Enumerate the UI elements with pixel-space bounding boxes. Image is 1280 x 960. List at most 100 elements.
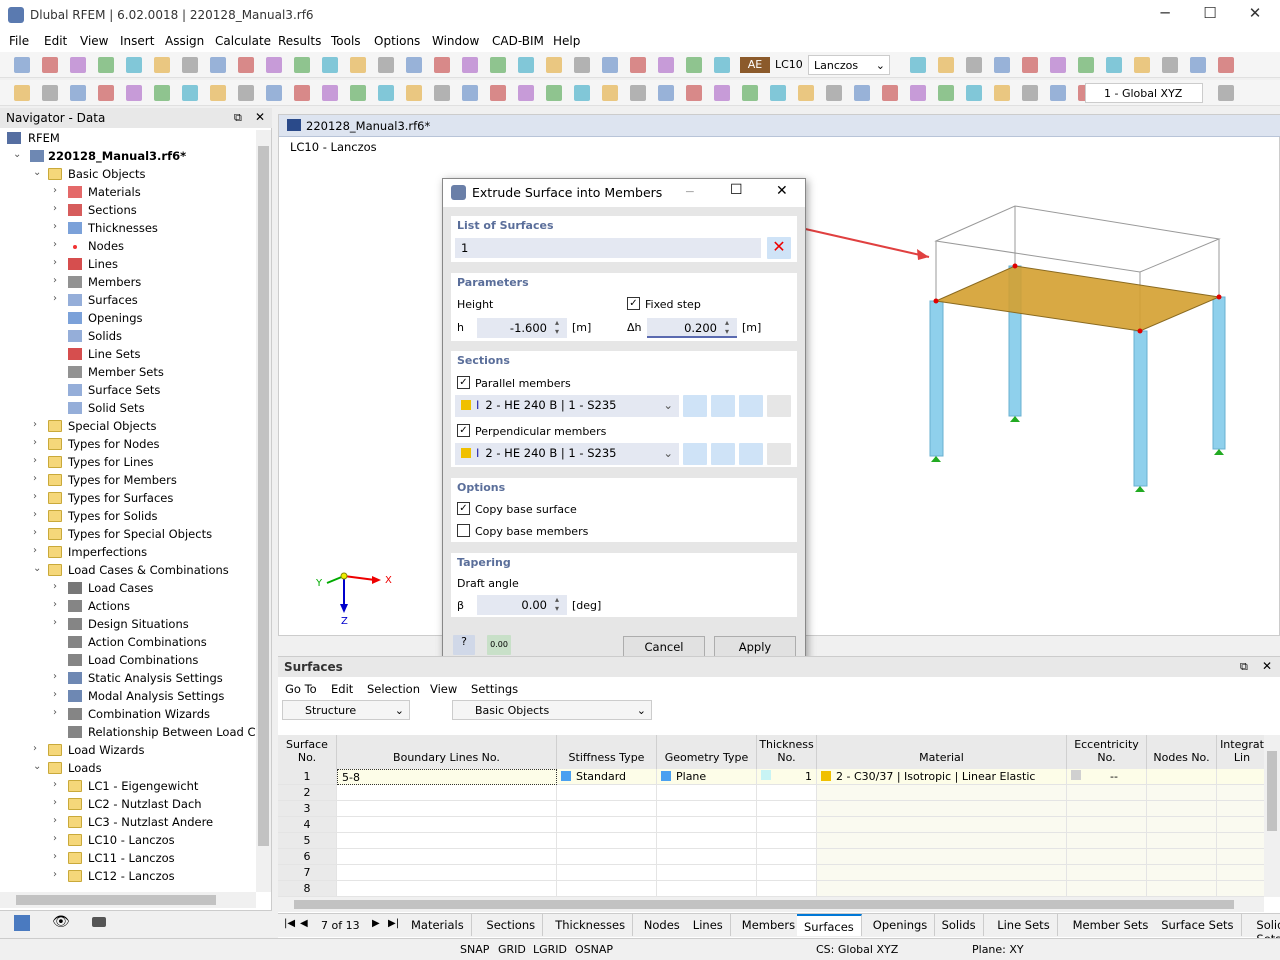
tree-item-nodes[interactable]: › Nodes [0, 238, 256, 256]
toolbar-icon[interactable] [1050, 57, 1066, 73]
tree-item-types-for-special-objects[interactable]: › Types for Special Objects [0, 526, 256, 544]
table-cell[interactable] [757, 817, 817, 833]
toolbar-icon[interactable] [966, 85, 982, 101]
table-cell[interactable]: 5 [278, 833, 337, 849]
navigator-close-icon[interactable]: ✕ [255, 110, 265, 124]
toolbar-icon[interactable] [238, 85, 254, 101]
table-cell[interactable] [1147, 833, 1217, 849]
chevron-right-icon[interactable]: › [33, 419, 43, 430]
scroll-thumb[interactable] [1267, 751, 1277, 831]
table-cell[interactable] [657, 785, 757, 801]
table-cell[interactable] [657, 833, 757, 849]
snap-toggle[interactable]: SNAP [460, 943, 489, 956]
table-vscrollbar[interactable] [1264, 735, 1280, 897]
decimals-button[interactable]: 0.00 [487, 635, 511, 655]
table-row[interactable]: 2 [278, 785, 1268, 801]
table-cell[interactable] [337, 817, 557, 833]
table-cell[interactable]: 3 [278, 801, 337, 817]
table-cell[interactable]: Standard [557, 769, 657, 785]
chevron-down-icon[interactable]: ⌄ [13, 149, 23, 160]
menu-view[interactable]: View [80, 34, 108, 48]
tree-item-types-for-lines[interactable]: › Types for Lines [0, 454, 256, 472]
tree-item-lc10-lanczos[interactable]: › LC10 - Lanczos [0, 832, 256, 850]
table-cell[interactable] [1217, 817, 1268, 833]
table-cell[interactable] [1067, 833, 1147, 849]
table-cell[interactable]: 2 [278, 785, 337, 801]
toolbar-icon[interactable] [546, 57, 562, 73]
tree-item-basic-objects[interactable]: ⌄ Basic Objects [0, 166, 256, 184]
table-cell[interactable] [557, 881, 657, 897]
table-cell[interactable] [757, 785, 817, 801]
toolbar-icon[interactable] [1190, 57, 1206, 73]
table-cell[interactable] [757, 833, 817, 849]
tree-item-action-combinations[interactable]: Action Combinations [0, 634, 256, 652]
toolbar-icon[interactable] [182, 57, 198, 73]
toolbar-icon[interactable] [1078, 57, 1094, 73]
tree-item-special-objects[interactable]: › Special Objects [0, 418, 256, 436]
chevron-right-icon[interactable]: › [53, 779, 63, 790]
copy-base-members-checkbox[interactable] [457, 524, 470, 537]
column-header[interactable]: Stiffness Type [557, 735, 657, 769]
tree-item-types-for-surfaces[interactable]: › Types for Surfaces [0, 490, 256, 508]
toolbar-icon[interactable] [378, 57, 394, 73]
tab-solid-sets[interactable]: Solid Sets [1249, 914, 1280, 946]
table-cell[interactable] [1067, 849, 1147, 865]
camera-icon[interactable] [92, 917, 106, 927]
tab-sections[interactable]: Sections [479, 914, 544, 936]
tree-item-lc11-lanczos[interactable]: › LC11 - Lanczos [0, 850, 256, 868]
tab-surface-sets[interactable]: Surface Sets [1154, 914, 1242, 936]
height-spinner[interactable]: ▴ ▾ [555, 318, 559, 336]
table-cell[interactable] [817, 833, 1067, 849]
new-section-button[interactable] [711, 443, 735, 465]
chevron-right-icon[interactable]: › [33, 437, 43, 448]
tree-item-rfem[interactable]: RFEM [0, 130, 256, 148]
hscroll-thumb[interactable] [16, 895, 216, 905]
table-cell[interactable] [817, 817, 1067, 833]
toolbar-icon[interactable] [1022, 85, 1038, 101]
menu-tools[interactable]: Tools [331, 34, 361, 48]
menu-window[interactable]: Window [432, 34, 479, 48]
toolbar-icon[interactable] [798, 85, 814, 101]
table-cell[interactable] [557, 865, 657, 881]
tab-openings[interactable]: Openings [865, 914, 936, 936]
table-cell[interactable]: 4 [278, 817, 337, 833]
table-cell[interactable] [817, 785, 1067, 801]
tree-item-load-cases[interactable]: › Load Cases [0, 580, 256, 598]
menu-cadbim[interactable]: CAD-BIM [492, 34, 544, 48]
toolbar-icon[interactable] [266, 57, 282, 73]
table-cell[interactable]: 7 [278, 865, 337, 881]
toolbar-icon[interactable] [994, 85, 1010, 101]
tree-item-lc3-nutzlast-andere[interactable]: › LC3 - Nutzlast Andere [0, 814, 256, 832]
table-cell[interactable] [757, 801, 817, 817]
table-cell[interactable] [1217, 849, 1268, 865]
tree-item-static-analysis-settings[interactable]: › Static Analysis Settings [0, 670, 256, 688]
menu-edit[interactable]: Edit [44, 34, 67, 48]
perpendicular-members-checkbox[interactable]: ✓ [457, 424, 470, 437]
toolbar-icon[interactable] [686, 57, 702, 73]
toolbar-icon[interactable] [574, 57, 590, 73]
toolbar-icon[interactable] [70, 57, 86, 73]
toolbar-icon[interactable] [154, 57, 170, 73]
edit-section-button[interactable] [739, 395, 763, 417]
tree-item-load-combinations[interactable]: Load Combinations [0, 652, 256, 670]
toolbar-icon[interactable] [630, 57, 646, 73]
menu-help[interactable]: Help [553, 34, 580, 48]
tree-item-modal-analysis-settings[interactable]: › Modal Analysis Settings [0, 688, 256, 706]
table-cell[interactable]: 2 - C30/37 | Isotropic | Linear Elastic [817, 769, 1067, 785]
prev-page-icon[interactable]: ◀ [300, 918, 308, 929]
tree-item-thicknesses[interactable]: › Thicknesses [0, 220, 256, 238]
menu-file[interactable]: File [9, 34, 29, 48]
tree-item-surface-sets[interactable]: Surface Sets [0, 382, 256, 400]
toolbar-icon[interactable] [14, 85, 30, 101]
first-page-icon[interactable]: |◀ [284, 918, 295, 929]
copy-base-surface-checkbox[interactable]: ✓ [457, 502, 470, 515]
tree-item-design-situations[interactable]: › Design Situations [0, 616, 256, 634]
tab-line-sets[interactable]: Line Sets [990, 914, 1058, 936]
column-header[interactable]: Boundary Lines No. [337, 735, 557, 769]
table-row[interactable]: 6 [278, 849, 1268, 865]
toolbar-icon[interactable] [294, 85, 310, 101]
table-cell[interactable] [1217, 769, 1268, 785]
table-cell[interactable] [337, 801, 557, 817]
surfaces-list-input[interactable]: 1 [455, 238, 761, 258]
chevron-right-icon[interactable]: › [53, 275, 63, 286]
